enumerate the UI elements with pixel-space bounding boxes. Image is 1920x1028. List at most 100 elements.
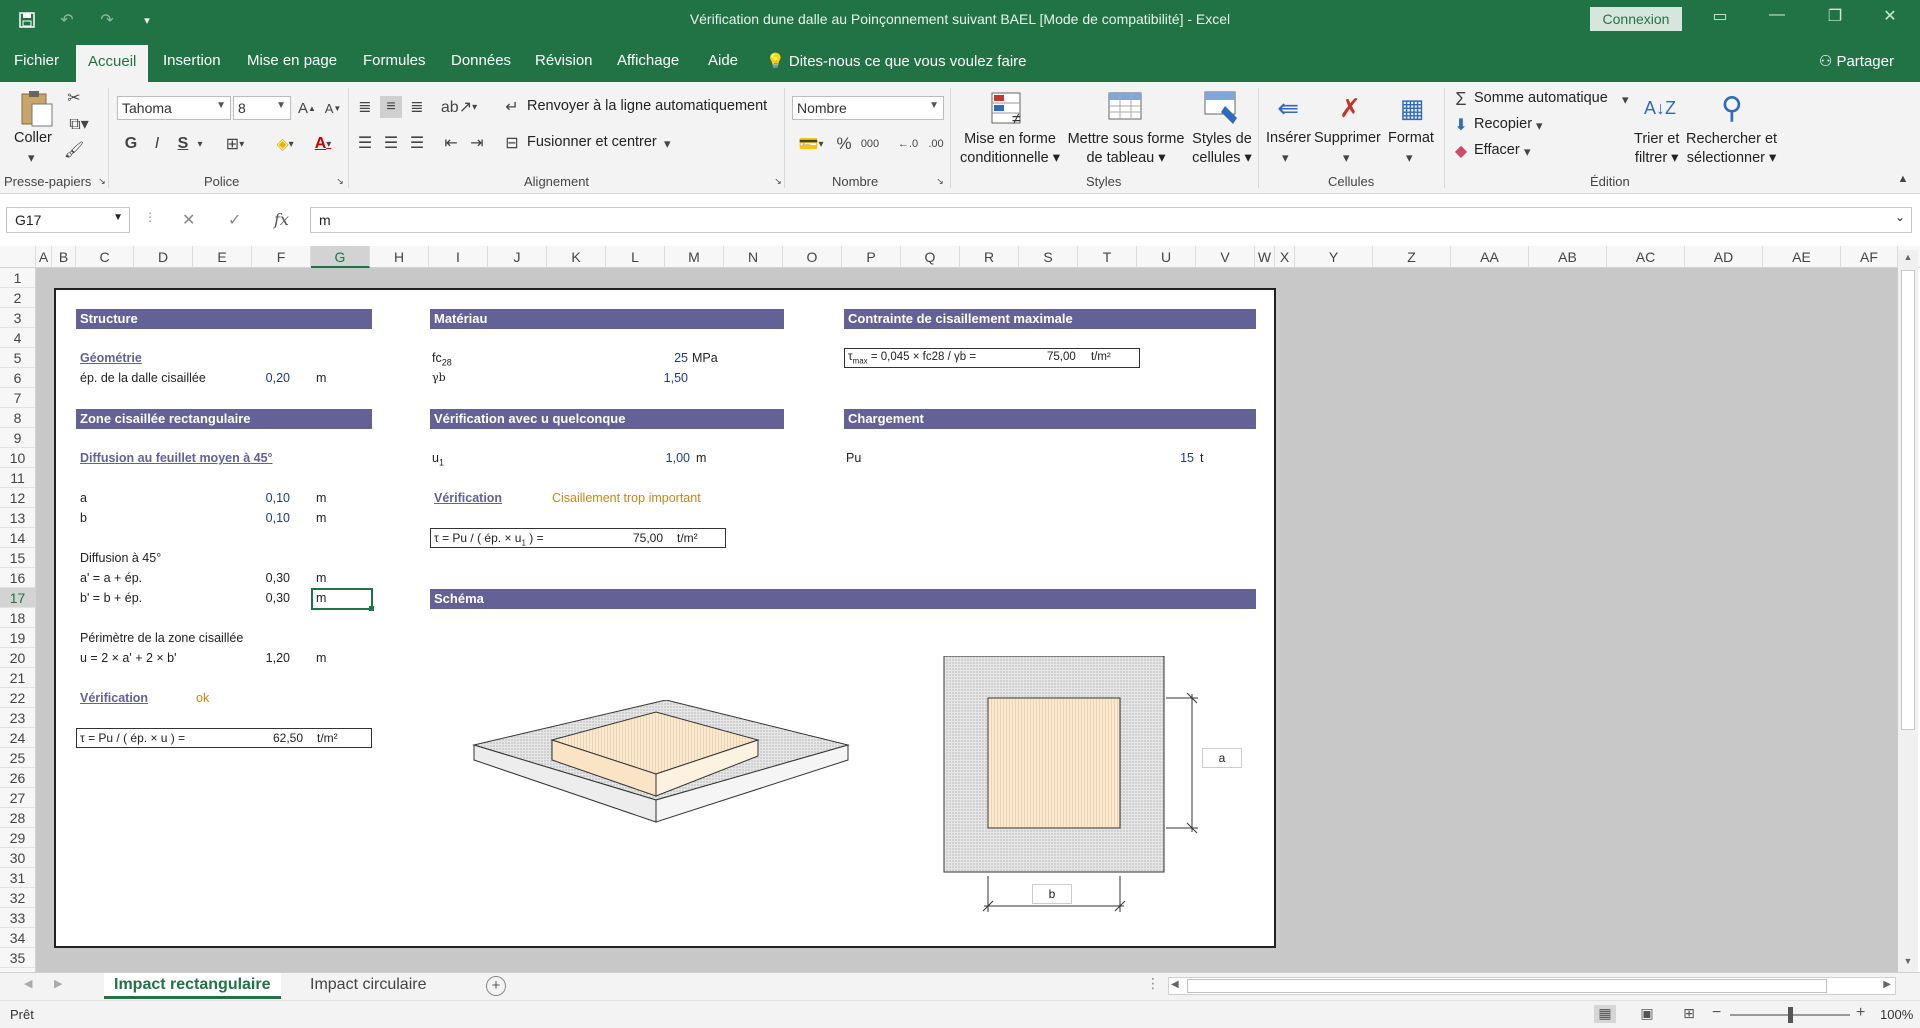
thousands-icon[interactable]: 000 (858, 132, 882, 156)
format-dropdown-icon[interactable]: ▾ (1406, 150, 1413, 166)
row-header[interactable]: 26 (0, 768, 35, 788)
collapse-ribbon-icon[interactable]: ▲ (1896, 172, 1910, 186)
row-header[interactable]: 23 (0, 708, 35, 728)
signin-button[interactable]: Connexion (1590, 7, 1682, 31)
row-header[interactable]: 1 (0, 268, 35, 288)
row-header[interactable]: 27 (0, 788, 35, 808)
column-header-j[interactable]: J (488, 246, 547, 268)
tell-me-box[interactable]: 💡 Dites-nous ce que vous voulez faire (766, 52, 1027, 70)
row-header[interactable]: 24 (0, 728, 35, 748)
align-right-icon[interactable]: ☰ (406, 132, 428, 154)
hscroll-right-icon[interactable]: ▶ (1883, 979, 1891, 990)
fill-dropdown-icon[interactable]: ▾ (1536, 118, 1543, 134)
row-header[interactable]: 3 (0, 308, 35, 328)
sheet-tab-impact-circulaire[interactable]: Impact circulaire (300, 973, 436, 999)
expand-formula-icon[interactable]: ⌄ (1895, 210, 1905, 224)
fill-handle[interactable] (369, 606, 374, 611)
column-header-q[interactable]: Q (901, 246, 960, 268)
sheet-tab-impact-rectangulaire[interactable]: Impact rectangulaire (104, 973, 281, 999)
u1-value[interactable]: 1,00 (640, 451, 690, 465)
scroll-up-icon[interactable]: ▲ (1900, 252, 1916, 266)
increase-decimal-icon[interactable]: ←.0 (896, 132, 920, 156)
share-button[interactable]: ⚇ Partager (1819, 52, 1894, 70)
insert-cells-icon[interactable]: ⇚ (1268, 90, 1308, 126)
align-center-icon[interactable]: ☰ (380, 132, 402, 154)
enter-icon[interactable]: ✓ (228, 210, 241, 230)
column-header-b[interactable]: B (52, 246, 76, 268)
fill-icon[interactable]: ⬇ (1452, 114, 1470, 136)
tab-insertion[interactable]: Insertion (163, 52, 221, 69)
a-value[interactable]: 0,10 (236, 491, 290, 505)
merge-icon[interactable]: ⊟ (502, 132, 522, 154)
column-header-u[interactable]: U (1137, 246, 1196, 268)
alignment-launcher-icon[interactable]: ↘ (772, 174, 784, 188)
tab-aide[interactable]: Aide (708, 52, 738, 69)
row-header[interactable]: 33 (0, 908, 35, 928)
italic-button[interactable]: I (146, 132, 168, 156)
align-middle-icon[interactable]: ≡ (380, 96, 402, 118)
wrap-text-button[interactable]: Renvoyer à la ligne automatiquement (527, 98, 767, 114)
fill-color-icon[interactable]: ◈ ▾ (268, 132, 302, 156)
splitter-icon[interactable]: ⋮ (1146, 975, 1160, 992)
column-header-y[interactable]: Y (1295, 246, 1373, 268)
column-header-w[interactable]: W (1255, 246, 1275, 268)
row-header[interactable]: 2 (0, 288, 35, 308)
close-icon[interactable]: ✕ (1870, 6, 1910, 26)
tab-formules[interactable]: Formules (363, 52, 426, 69)
fc28-value[interactable]: 25 (656, 351, 688, 365)
tab-fichier[interactable]: Fichier (14, 52, 59, 69)
row-header[interactable]: 30 (0, 848, 35, 868)
geometry-link[interactable]: Géométrie (80, 351, 142, 365)
conditional-format-button[interactable]: Mise en forme conditionnelle ▾ (958, 130, 1062, 168)
vertical-scrollbar[interactable]: ▲ ▼ (1898, 250, 1918, 972)
cut-icon[interactable]: ✂ (64, 88, 84, 108)
decrease-indent-icon[interactable]: ⇤ (440, 132, 462, 154)
find-select-button[interactable]: Rechercher et sélectionner ▾ (1686, 130, 1777, 168)
row-header[interactable]: 16 (0, 568, 35, 588)
column-header-aa[interactable]: AA (1451, 246, 1529, 268)
zoom-in-icon[interactable]: + (1856, 1004, 1865, 1022)
row-header-selected[interactable]: 17 (0, 588, 35, 608)
row-header[interactable]: 21 (0, 668, 35, 688)
insert-cells-button[interactable]: Insérer (1266, 130, 1311, 146)
row-header[interactable]: 14 (0, 528, 35, 548)
column-header-r[interactable]: R (960, 246, 1019, 268)
currency-icon[interactable]: 💳 ▾ (794, 132, 828, 156)
horizontal-scrollbar[interactable]: ◀ ▶ (1168, 977, 1896, 995)
format-as-table-icon[interactable] (1106, 90, 1148, 128)
scroll-down-icon[interactable]: ▼ (1900, 956, 1916, 970)
percent-icon[interactable]: % (834, 132, 854, 156)
format-cells-icon[interactable]: ▦ (1392, 90, 1432, 126)
row-header[interactable]: 18 (0, 608, 35, 628)
shrink-font-icon[interactable]: A ▼ (322, 96, 344, 120)
grow-font-icon[interactable]: A ▲ (296, 96, 318, 120)
font-size-combo[interactable]: 8 ▼ (233, 96, 291, 120)
thickness-value[interactable]: 0,20 (236, 371, 290, 385)
zoom-level[interactable]: 100% (1880, 1007, 1913, 1022)
maximize-icon[interactable]: ❐ (1815, 6, 1855, 26)
delete-cells-icon[interactable]: ✗ (1330, 90, 1370, 126)
b-value[interactable]: 0,10 (236, 511, 290, 525)
tab-scroll-right-icon[interactable]: ▶ (54, 977, 62, 990)
column-header-ad[interactable]: AD (1685, 246, 1763, 268)
number-format-combo[interactable]: Nombre ▼ (792, 96, 944, 120)
tab-mise-en-page[interactable]: Mise en page (247, 52, 337, 69)
column-header-p[interactable]: P (842, 246, 901, 268)
row-header[interactable]: 9 (0, 428, 35, 448)
font-name-combo[interactable]: Tahoma ▼ (117, 96, 231, 120)
delete-dropdown-icon[interactable]: ▾ (1343, 150, 1350, 166)
align-bottom-icon[interactable]: ≣ (406, 96, 428, 118)
align-top-icon[interactable]: ≣ (354, 96, 376, 118)
row-header[interactable]: 13 (0, 508, 35, 528)
fill-button[interactable]: Recopier (1474, 116, 1532, 132)
tab-scroll-left-icon[interactable]: ◀ (24, 977, 32, 990)
conditional-format-icon[interactable]: ≠ (988, 90, 1028, 128)
column-header-ac[interactable]: AC (1607, 246, 1685, 268)
sort-filter-icon[interactable]: A↓Z (1642, 90, 1678, 126)
zone-verification-link[interactable]: Vérification (80, 691, 148, 705)
column-header-x[interactable]: X (1275, 246, 1295, 268)
find-select-icon[interactable]: ⚲ (1714, 88, 1750, 128)
format-cells-button[interactable]: Format (1388, 130, 1434, 146)
diffusion-link[interactable]: Diffusion au feuillet moyen à 45° (80, 451, 273, 465)
autosum-dropdown-icon[interactable]: ▾ (1622, 92, 1629, 108)
